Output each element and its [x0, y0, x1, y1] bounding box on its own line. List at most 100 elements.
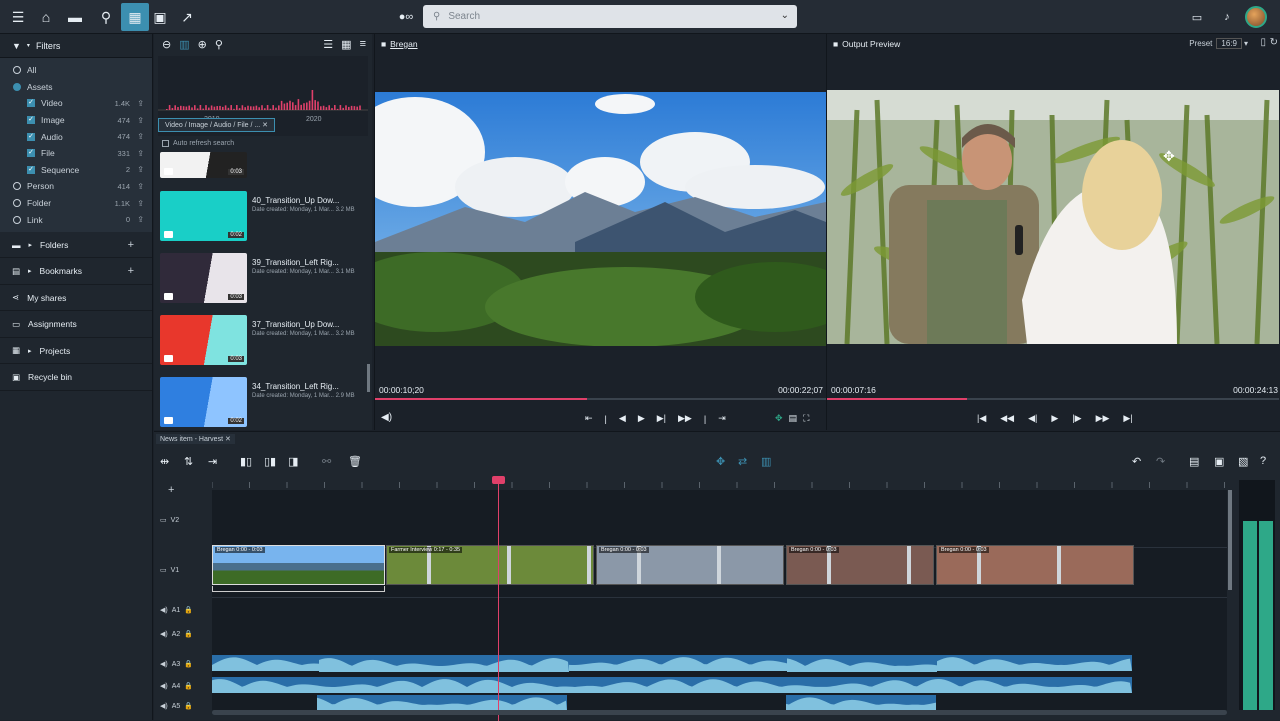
asset-name[interactable]: 34_Transition_Left Rig... [252, 382, 360, 391]
playhead[interactable] [492, 476, 505, 721]
radio-button[interactable] [13, 199, 21, 208]
trash-icon[interactable]: 🗑 [348, 455, 362, 468]
go-out-icon[interactable]: ⇥ [718, 413, 726, 424]
radio-button[interactable] [13, 215, 21, 224]
nav-section[interactable]: ▦ ▸ Projects [0, 338, 152, 365]
home-icon[interactable]: ⌂ [32, 3, 60, 31]
source-title[interactable]: Bregan [390, 39, 417, 49]
grid-view-icon[interactable]: ▥ [179, 38, 189, 51]
lock-icon[interactable]: 🔒 [184, 702, 193, 710]
close-icon[interactable]: ✕ [262, 122, 268, 129]
person-search-icon[interactable]: ⚲ [215, 38, 223, 51]
speaker-icon[interactable]: ◀) [160, 682, 168, 690]
asset-thumbnail[interactable]: 0:03 [160, 253, 247, 303]
asset-item[interactable]: 0:03 39_Transition_Left Rig... Date create… [158, 250, 368, 306]
timeline-vscroll[interactable] [1228, 490, 1232, 590]
ripple-icon[interactable]: ⇥ [208, 455, 217, 468]
play-icon[interactable]: ▶ [638, 413, 645, 424]
refresh-icon[interactable]: ↻ [1270, 37, 1278, 48]
add-track-icon[interactable]: + [168, 484, 174, 496]
track-header[interactable]: ▭ V1 [160, 566, 179, 575]
snap-icon[interactable]: ✥ [716, 455, 725, 468]
bell-icon[interactable]: ♪ [1213, 3, 1241, 31]
caret-right-icon[interactable]: ▸ [28, 267, 32, 275]
chevron-down-icon[interactable]: ⌄ [781, 10, 789, 21]
radio-button[interactable] [13, 82, 21, 91]
volume-icon[interactable]: ◀) [381, 412, 392, 423]
track-header[interactable]: ◀) A5 🔒 [160, 702, 193, 711]
filter-item[interactable]: Folder 1.1K ⇪ [0, 195, 152, 212]
asset-thumbnail[interactable]: 0:03 [160, 152, 247, 178]
calendar-icon[interactable]: ▣ [146, 3, 174, 31]
checkbox[interactable]: ✓ [27, 165, 35, 174]
audio-meter-icon[interactable]: ▥ [761, 455, 771, 468]
speaker-icon[interactable]: ◀) [160, 660, 168, 668]
checkbox[interactable]: ✓ [27, 149, 35, 158]
upload-icon[interactable]: ⇪ [137, 165, 144, 174]
minus-circle-icon[interactable]: ⊖ [162, 38, 171, 51]
asset-item[interactable]: 0:02 40_Transition_Up Dow... Date created:… [158, 188, 368, 244]
lock-icon[interactable]: 🔒 [184, 660, 193, 668]
checkbox[interactable]: ✓ [27, 99, 35, 108]
step-back-icon[interactable]: ◀ [619, 413, 626, 424]
go-end-icon[interactable]: ▶| [1123, 413, 1132, 424]
nav-section[interactable]: ⋖ My shares [0, 285, 152, 312]
menu-icon[interactable]: ☰ [4, 3, 32, 31]
sync-icon[interactable]: ⇄ [738, 455, 747, 468]
zoom-icon[interactable]: ⊕ [198, 38, 207, 51]
speaker-icon[interactable]: ◀) [160, 606, 168, 614]
track-header[interactable]: ◀) A2 🔒 [160, 630, 193, 639]
caret-right-icon[interactable]: ▸ [28, 347, 32, 355]
output-progress-bar[interactable] [827, 398, 1279, 400]
video-clip[interactable]: Bregan 0:00 - 0:03 [936, 545, 1134, 585]
audio-clip-a2-b[interactable] [317, 695, 567, 711]
save-icon[interactable]: ▣ [1214, 455, 1224, 468]
video-clip[interactable]: Bregan 0:00 - 0:03 [786, 545, 934, 585]
lock-icon[interactable]: 🔒 [184, 682, 193, 690]
source-progress-bar[interactable] [375, 398, 826, 400]
upload-icon[interactable]: ⇪ [137, 215, 144, 224]
help-icon[interactable]: ? [1260, 455, 1266, 467]
track-area[interactable]: Bregan 0:00 - 0:03 Farmer Interview 0:17 … [212, 490, 1227, 711]
filter-item[interactable]: ✓ Audio 474 ⇪ [0, 128, 152, 145]
filmstrip-icon[interactable]: ▦ [121, 3, 149, 31]
upload-icon[interactable]: ⇪ [137, 149, 144, 158]
filter-item[interactable]: Assets [0, 79, 152, 96]
asset-name[interactable]: 40_Transition_Up Dow... [252, 196, 360, 205]
expand-icon[interactable]: ▯ [1260, 37, 1266, 48]
nav-section[interactable]: ▣ Recycle bin [0, 364, 152, 391]
thumbs-view-icon[interactable]: ▦ [341, 38, 351, 51]
audio-clip-a3-b[interactable] [787, 656, 937, 672]
video-track-icon[interactable]: ▭ [160, 516, 167, 524]
filter-item[interactable]: ✓ Video 1.4K ⇪ [0, 95, 152, 112]
go-start-icon[interactable]: |◀ [977, 413, 986, 424]
export-icon[interactable]: ▧ [1238, 455, 1248, 468]
timeline-tab[interactable]: News item - Harvest ✕ [156, 434, 235, 444]
screenshot-icon[interactable]: ▤ [789, 413, 798, 424]
preset-select[interactable]: Preset 16:9 ▾ [1189, 38, 1248, 49]
asset-scrollbar[interactable] [367, 364, 370, 392]
upload-icon[interactable]: ⇪ [137, 182, 144, 191]
info-icon[interactable]: ●∞ [392, 3, 420, 31]
filter-item[interactable]: ✓ Image 474 ⇪ [0, 112, 152, 129]
track-header[interactable]: ◀) A3 🔒 [160, 660, 193, 669]
trend-icon[interactable]: ↗ [173, 3, 201, 31]
checkbox[interactable]: ✓ [27, 132, 35, 141]
filters-header[interactable]: ▼ ▾ Filters [0, 34, 152, 58]
timeline-ruler[interactable] [211, 474, 1227, 488]
step-back-icon[interactable]: ◀| [1028, 413, 1037, 424]
lock-icon[interactable]: 🔒 [184, 606, 193, 614]
chevron-down-icon[interactable]: ▾ [1244, 39, 1248, 48]
insert-icon[interactable]: ▮▯ [240, 455, 252, 468]
asset-name[interactable]: 37_Transition_Up Dow... [252, 320, 360, 329]
nav-section[interactable]: ▬ ▸ Folders + [0, 232, 152, 259]
source-video-frame[interactable] [375, 92, 826, 346]
play-icon[interactable]: ▶ [1051, 413, 1058, 424]
filter-item[interactable]: Person 414 ⇪ [0, 178, 152, 195]
track-header[interactable]: ◀) A1 🔒 [160, 606, 193, 615]
audio-clip-a3-a[interactable] [319, 656, 569, 672]
add-icon[interactable]: + [128, 265, 134, 277]
filter-item[interactable]: ✓ File 331 ⇪ [0, 145, 152, 162]
auto-refresh-checkbox[interactable] [162, 139, 169, 147]
unlink-icon[interactable]: ⚯ [322, 455, 331, 468]
